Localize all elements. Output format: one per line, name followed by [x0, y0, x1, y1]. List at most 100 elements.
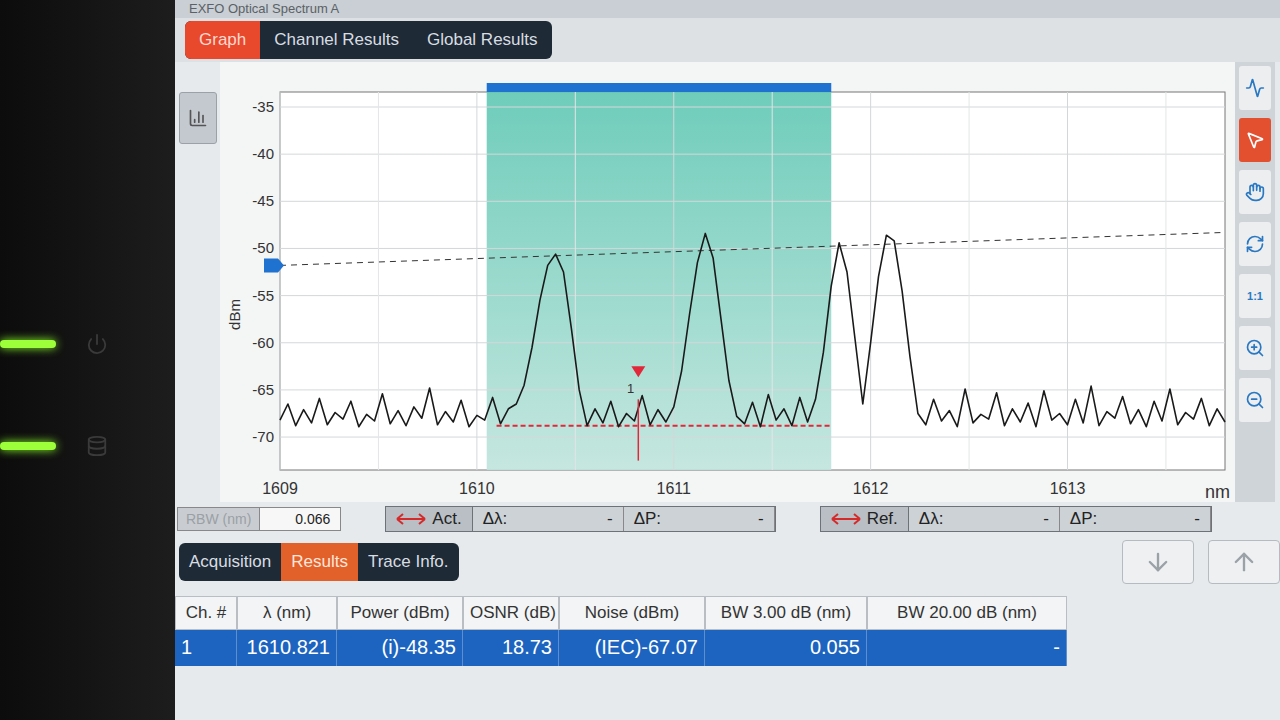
tool-button[interactable] — [1239, 118, 1271, 162]
marker-field: Δλ:- — [909, 507, 1060, 531]
collapse-button[interactable] — [1122, 540, 1194, 584]
results-table: Ch. #λ (nm)Power (dBm)OSNR (dB)Noise (dB… — [175, 588, 1280, 720]
marker-group-head[interactable]: Ref. — [821, 507, 909, 531]
marker-field: Δλ:- — [473, 507, 624, 531]
tool-button[interactable] — [1239, 378, 1271, 422]
trace-button[interactable] — [179, 92, 217, 144]
tool-icon — [1245, 182, 1265, 202]
marker[interactable]: 1 — [627, 366, 645, 460]
marker-field: ΔP:- — [624, 507, 775, 531]
tool-button[interactable] — [1239, 222, 1271, 266]
reference-flag-icon[interactable] — [264, 258, 284, 272]
tool-button[interactable] — [1239, 326, 1271, 370]
column-header[interactable]: BW 20.00 dB (nm) — [867, 596, 1067, 630]
top-tab-row: GraphChannel ResultsGlobal Results — [175, 18, 1280, 62]
svg-text:-60: -60 — [252, 334, 274, 351]
svg-text:-40: -40 — [252, 145, 274, 162]
table-grid: Ch. #λ (nm)Power (dBm)OSNR (dB)Noise (dB… — [175, 596, 1067, 666]
tool-button[interactable]: 1:1 — [1239, 274, 1271, 318]
tool-button[interactable] — [1239, 66, 1271, 110]
column-header[interactable]: Noise (dBm) — [559, 596, 705, 630]
svg-text:1613: 1613 — [1050, 480, 1086, 497]
tab[interactable]: Acquisition — [179, 543, 281, 581]
marker-group-head[interactable]: Act. — [386, 507, 472, 531]
marker-icon[interactable] — [631, 366, 645, 377]
table-cell[interactable]: 0.055 — [705, 630, 867, 666]
peak-icon — [188, 108, 208, 128]
svg-text:-50: -50 — [252, 239, 274, 256]
marker-group: Ref.Δλ:-ΔP:- — [820, 506, 1212, 532]
column-header[interactable]: BW 3.00 dB (nm) — [705, 596, 867, 630]
svg-text:1: 1 — [627, 381, 634, 396]
expand-button[interactable] — [1208, 540, 1280, 584]
svg-text:1612: 1612 — [853, 480, 889, 497]
table-cell[interactable]: 1 — [175, 630, 237, 666]
svg-text:-65: -65 — [252, 381, 274, 398]
arrow-up-icon — [1230, 548, 1258, 576]
svg-text:1610: 1610 — [459, 480, 495, 497]
svg-text:-45: -45 — [252, 192, 274, 209]
selection-region[interactable] — [487, 92, 832, 470]
y-tick: -45 — [252, 192, 1225, 209]
marker-bar: RBW (nm)0.066Act.Δλ:-ΔP:-Ref.Δλ:-ΔP:- — [175, 502, 1280, 536]
power-icon — [86, 333, 108, 355]
table-cell[interactable]: 1610.821 — [237, 630, 337, 666]
tool-button[interactable] — [1239, 170, 1271, 214]
table-cell[interactable]: (IEC)-67.07 — [559, 630, 705, 666]
svg-text:-55: -55 — [252, 287, 274, 304]
tab[interactable]: Results — [281, 543, 358, 581]
reference-line[interactable] — [280, 232, 1225, 265]
rbw-label: RBW (nm) — [177, 507, 260, 531]
column-header[interactable]: Power (dBm) — [337, 596, 463, 630]
spectrum-chart[interactable]: -35 -40 -45 -50 -55 -60 -65 -70 1609 1610 1611 1612… — [220, 62, 1235, 502]
arrow-down-icon — [1144, 548, 1172, 576]
svg-text:1611: 1611 — [657, 480, 692, 497]
indicator — [0, 435, 175, 457]
column-header[interactable]: OSNR (dB) — [463, 596, 559, 630]
main-row: -35 -40 -45 -50 -55 -60 -65 -70 1609 1610 1611 1612… — [175, 62, 1280, 502]
toolbar: 1:1 — [1235, 62, 1275, 502]
svg-text:1609: 1609 — [262, 480, 298, 497]
tab[interactable]: Graph — [185, 21, 260, 59]
tab[interactable]: Trace Info. — [358, 543, 459, 581]
storage-icon — [86, 435, 108, 457]
x-tick: 1611 — [657, 92, 773, 497]
led — [0, 340, 56, 348]
tool-icon — [1245, 234, 1265, 254]
bottom-tab-row: AcquisitionResultsTrace Info. — [175, 536, 1280, 588]
y-axis-label: dBm — [226, 299, 243, 330]
double-arrow-icon — [396, 513, 426, 525]
top-tabs: GraphChannel ResultsGlobal Results — [185, 21, 552, 59]
tab[interactable]: Channel Results — [260, 21, 413, 59]
tab[interactable]: Global Results — [413, 21, 552, 59]
table-cell[interactable]: 18.73 — [463, 630, 559, 666]
y-tick: -35 — [252, 98, 1225, 115]
selection-bar[interactable] — [487, 83, 832, 92]
x-tick: 1612 — [853, 92, 969, 497]
y-tick: -70 — [252, 428, 1225, 445]
y-tick: -65 — [252, 381, 1225, 398]
y-tick: -60 — [252, 334, 1225, 351]
screen: EXFO Optical Spectrum AGraphChannel Resu… — [175, 0, 1280, 720]
svg-text:-70: -70 — [252, 428, 274, 445]
double-arrow-icon — [831, 513, 861, 525]
led — [0, 442, 56, 450]
tool-icon — [1245, 390, 1265, 410]
table-cell[interactable]: - — [867, 630, 1067, 666]
x-tick: 1610 — [459, 92, 575, 497]
plot-area — [280, 92, 1225, 470]
marker-group: Act.Δλ:-ΔP:- — [385, 506, 775, 532]
y-tick: -50 — [252, 239, 1225, 256]
chart-panel: -35 -40 -45 -50 -55 -60 -65 -70 1609 1610 1611 1612… — [220, 62, 1235, 502]
side-column — [175, 62, 220, 502]
x-tick: 1613 — [1050, 92, 1166, 497]
tool-icon — [1245, 130, 1265, 150]
y-tick: -55 — [252, 287, 1225, 304]
device-photo: EXFO Optical Spectrum AGraphChannel Resu… — [0, 0, 1280, 720]
x-unit: nm — [1205, 482, 1230, 502]
arrow-buttons — [1122, 540, 1280, 584]
column-header[interactable]: λ (nm) — [237, 596, 337, 630]
column-header[interactable]: Ch. # — [175, 596, 237, 630]
table-cell[interactable]: (i)-48.35 — [337, 630, 463, 666]
device-bezel — [0, 0, 175, 720]
